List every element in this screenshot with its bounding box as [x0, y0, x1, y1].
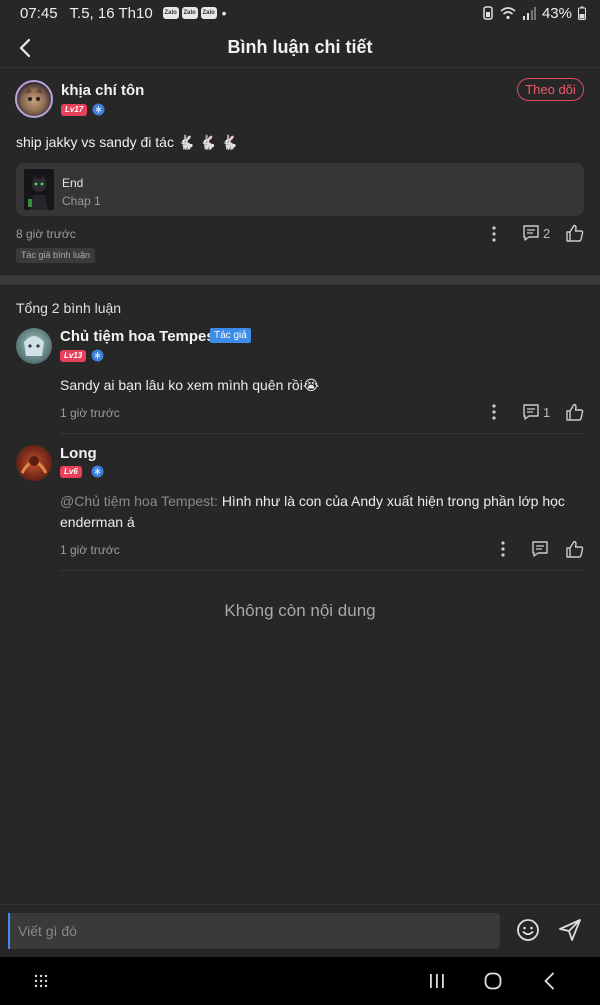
more-options-icon[interactable] — [490, 403, 498, 421]
reply-username[interactable]: Chủ tiệm hoa Tempest — [60, 328, 220, 345]
send-icon[interactable] — [558, 918, 582, 942]
like-icon[interactable] — [565, 403, 584, 421]
recent-apps-icon[interactable] — [428, 973, 446, 989]
comment-input-bar — [0, 904, 600, 956]
back-nav-icon[interactable] — [543, 972, 555, 990]
comment-input[interactable] — [8, 913, 500, 949]
more-notifications-dot-icon: • — [221, 5, 227, 21]
reply-count: 1 — [543, 404, 551, 420]
signal-icon — [522, 6, 536, 20]
zalo-notification-icon: Zalo — [200, 7, 217, 19]
chapter-card[interactable]: End Chap 1 — [16, 163, 584, 216]
level-badge: Lv13 — [60, 350, 87, 362]
end-of-content-label: Không còn nội dung — [224, 601, 376, 620]
status-date: T.5, 16 Th10 — [69, 4, 153, 22]
level-badge: Lv17 — [61, 104, 88, 116]
chapter-title: End — [62, 176, 84, 190]
member-badge-icon — [91, 465, 104, 478]
home-icon[interactable] — [484, 972, 502, 990]
top-app-bar: Bình luận chi tiết — [0, 28, 600, 68]
reply-separator — [60, 570, 584, 571]
reply-text: Sandy ai bạn lâu ko xem mình quên rồi😭 — [60, 377, 320, 393]
zalo-notification-icon: Zalo — [162, 7, 179, 19]
chapter-subtitle: Chap 1 — [62, 194, 101, 208]
post-time: 8 giờ trước — [16, 227, 76, 241]
apps-grid-icon[interactable] — [34, 974, 48, 988]
total-comments-label: Tổng 2 bình luận — [16, 300, 122, 316]
status-bar: 07:45 T.5, 16 Th10 Zalo Zalo Zalo • 43% — [0, 0, 600, 26]
reply-count: 2 — [543, 225, 551, 241]
battery-percent: 43% — [541, 4, 572, 22]
follow-button[interactable]: Theo dõi — [517, 78, 584, 101]
level-badge: Lv6 — [60, 466, 82, 478]
post-text: ship jakky vs sandy đi tác 🐇 🐇 🐇 — [16, 134, 238, 150]
member-badge-icon — [91, 349, 104, 362]
more-options-icon[interactable] — [499, 540, 507, 558]
original-comment: khịa chí tôn Lv17 Theo dõi ship jakky vs… — [0, 70, 600, 275]
avatar[interactable] — [16, 328, 52, 364]
emoji-icon[interactable] — [516, 918, 540, 942]
zalo-notification-icon: Zalo — [181, 7, 198, 19]
comment-input-container — [8, 913, 500, 949]
like-icon[interactable] — [565, 540, 584, 558]
mention-link[interactable]: @Chủ tiệm hoa Tempest: — [60, 493, 218, 509]
author-tag: Tác giả bình luận — [16, 248, 96, 263]
reply-time: 1 giờ trước — [60, 543, 120, 557]
like-icon[interactable] — [565, 224, 584, 242]
comment-icon — [523, 404, 539, 420]
reply-username[interactable]: Long — [60, 445, 97, 462]
author-badge: Tác giả — [210, 328, 251, 343]
reply-time: 1 giờ trước — [60, 406, 120, 420]
section-divider — [0, 275, 600, 285]
reply-separator — [60, 433, 584, 434]
battery-icon — [578, 6, 586, 20]
page-title: Bình luận chi tiết — [227, 37, 373, 57]
reply-text: @Chủ tiệm hoa Tempest: Hình như là con c… — [60, 491, 580, 533]
system-navigation-bar — [0, 957, 600, 1005]
reply-count-button[interactable]: 1 — [522, 403, 550, 421]
avatar[interactable] — [15, 80, 53, 118]
reply-count-button[interactable]: 2 — [522, 224, 550, 242]
status-time: 07:45 — [20, 4, 58, 22]
member-badge-icon — [92, 103, 105, 116]
comment-icon[interactable] — [531, 540, 549, 558]
post-username[interactable]: khịa chí tôn — [61, 82, 144, 99]
battery-saver-icon — [483, 6, 493, 20]
avatar[interactable] — [16, 445, 52, 481]
more-options-icon[interactable] — [490, 225, 498, 243]
chapter-thumbnail — [24, 169, 54, 210]
back-arrow-icon[interactable] — [14, 36, 38, 60]
wifi-icon — [500, 6, 516, 19]
comment-icon — [523, 225, 539, 241]
